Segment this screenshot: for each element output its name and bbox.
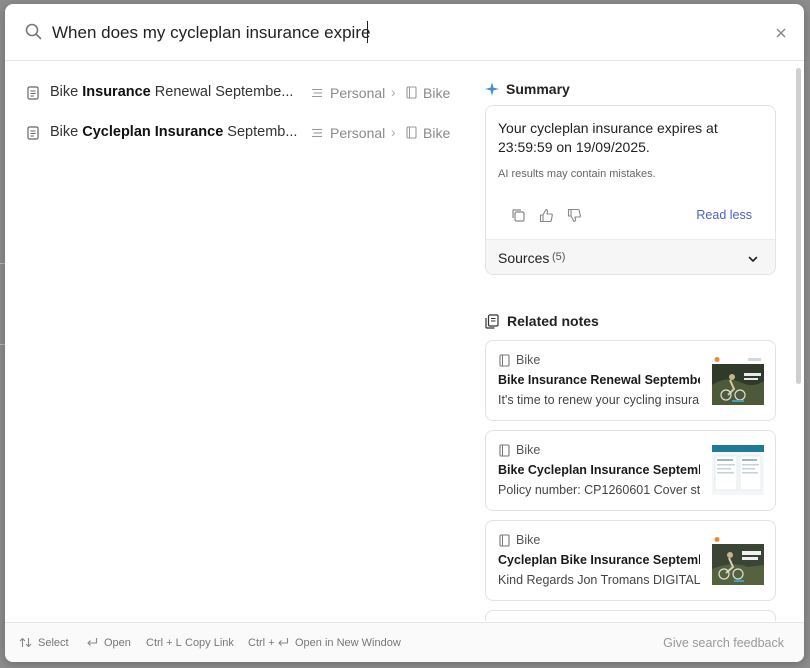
chevron-down-icon (747, 252, 759, 270)
breadcrumb-separator-icon: › (391, 84, 396, 100)
notebook-icon (499, 354, 510, 372)
hint-open: Open (104, 637, 131, 649)
related-note-card[interactable]: Bike Bike Insurance Renewal September It… (485, 340, 776, 421)
sources-count: (5) (552, 251, 566, 263)
sources-label: Sources (498, 250, 550, 266)
note-title: Bike Insurance Renewal September (498, 373, 700, 387)
summary-card: Your cycleplan insurance expires at 23:5… (485, 105, 776, 275)
note-notebook: Bike (516, 353, 541, 367)
result-title-text: Renewal Septembe... (150, 84, 294, 100)
result-title-text: Septemb... (223, 124, 298, 140)
hint-new-window: Open in New Window (295, 637, 401, 649)
note-thumbnail (712, 445, 764, 495)
result-title-match: Insurance (82, 84, 151, 100)
note-snippet: Policy number: CP1260601 Cover start (498, 483, 700, 497)
related-notes-heading: Related notes (485, 313, 599, 329)
result-title-text: Bike (50, 84, 83, 100)
result-title: Bike Insurance Renewal Septembe... (50, 84, 300, 100)
hint-copy-keys: Ctrl + L (146, 637, 182, 649)
result-title-match: Cycleplan Insurance (82, 124, 224, 140)
breadcrumb-notebook: Bike (423, 125, 451, 141)
result-title: Bike Cycleplan Insurance Septemb... (50, 124, 300, 140)
sparkle-icon (485, 82, 499, 96)
hint-select: Select (38, 637, 69, 649)
breadcrumb-notebook: Bike (423, 85, 451, 101)
summary-heading-label: Summary (506, 81, 570, 97)
read-less-link[interactable]: Read less (696, 208, 752, 222)
note-icon (27, 86, 39, 105)
note-title: Bike Cycleplan Insurance September (498, 463, 700, 477)
close-button[interactable] (771, 23, 791, 43)
note-thumbnail (712, 355, 764, 405)
text-caret (367, 21, 368, 43)
search-input[interactable] (52, 18, 732, 48)
enter-key-icon (277, 637, 289, 651)
note-notebook: Bike (516, 533, 541, 547)
note-notebook: Bike (516, 443, 541, 457)
result-row[interactable]: Bike Cycleplan Insurance Septemb... Pers… (5, 113, 475, 153)
hint-copy-link: Copy Link (185, 637, 234, 649)
search-icon (25, 23, 42, 45)
updown-arrows-icon (19, 637, 32, 651)
shortcut-footer: Select Open Ctrl + L Copy Link Ctrl + Op… (5, 622, 804, 662)
give-feedback-link[interactable]: Give search feedback (663, 636, 784, 650)
breadcrumb-space: Personal (330, 85, 386, 101)
summary-heading: Summary (485, 81, 570, 97)
enter-key-icon (86, 637, 98, 651)
breadcrumb-space: Personal (330, 125, 386, 141)
notebook-icon (499, 534, 510, 552)
note-snippet: It's time to renew your cycling insuranc… (498, 393, 700, 407)
hint-new-window-keys: Ctrl + (248, 637, 275, 649)
space-icon (311, 126, 323, 144)
scrollbar[interactable] (794, 64, 802, 624)
search-modal: Bike Insurance Renewal Septembe... Perso… (5, 4, 804, 662)
note-thumbnail (712, 535, 764, 585)
result-row[interactable]: Bike Insurance Renewal Septembe... Perso… (5, 73, 475, 113)
copy-icon[interactable] (511, 208, 526, 228)
notebook-icon (406, 126, 417, 144)
related-notes-heading-label: Related notes (507, 313, 599, 329)
notebook-icon (499, 444, 510, 462)
result-title-text: Bike (50, 124, 83, 140)
note-snippet: Kind Regards Jon Tromans DIGITAL (498, 573, 700, 587)
space-icon (311, 86, 323, 104)
notes-stack-icon (485, 313, 499, 329)
note-title: Cycleplan Bike Insurance September (498, 553, 700, 567)
thumbs-up-icon[interactable] (539, 208, 554, 228)
related-note-card[interactable]: Bike Cycleplan Bike Insurance September … (485, 520, 776, 601)
note-icon (27, 126, 39, 145)
related-note-card[interactable]: Bike Bike Cycleplan Insurance September … (485, 430, 776, 511)
breadcrumb-separator-icon: › (391, 124, 396, 140)
notebook-icon (406, 86, 417, 104)
ai-disclaimer: AI results may contain mistakes. (498, 168, 656, 180)
ai-panel: Summary Your cycleplan insurance expires… (485, 61, 785, 621)
related-note-card[interactable] (485, 610, 776, 621)
scrollbar-thumb[interactable] (796, 68, 801, 384)
close-icon (776, 28, 786, 38)
search-bar (5, 4, 804, 61)
thumbs-down-icon[interactable] (567, 208, 582, 228)
sources-toggle[interactable]: Sources (5) (486, 239, 775, 274)
summary-text: Your cycleplan insurance expires at 23:5… (498, 120, 718, 155)
